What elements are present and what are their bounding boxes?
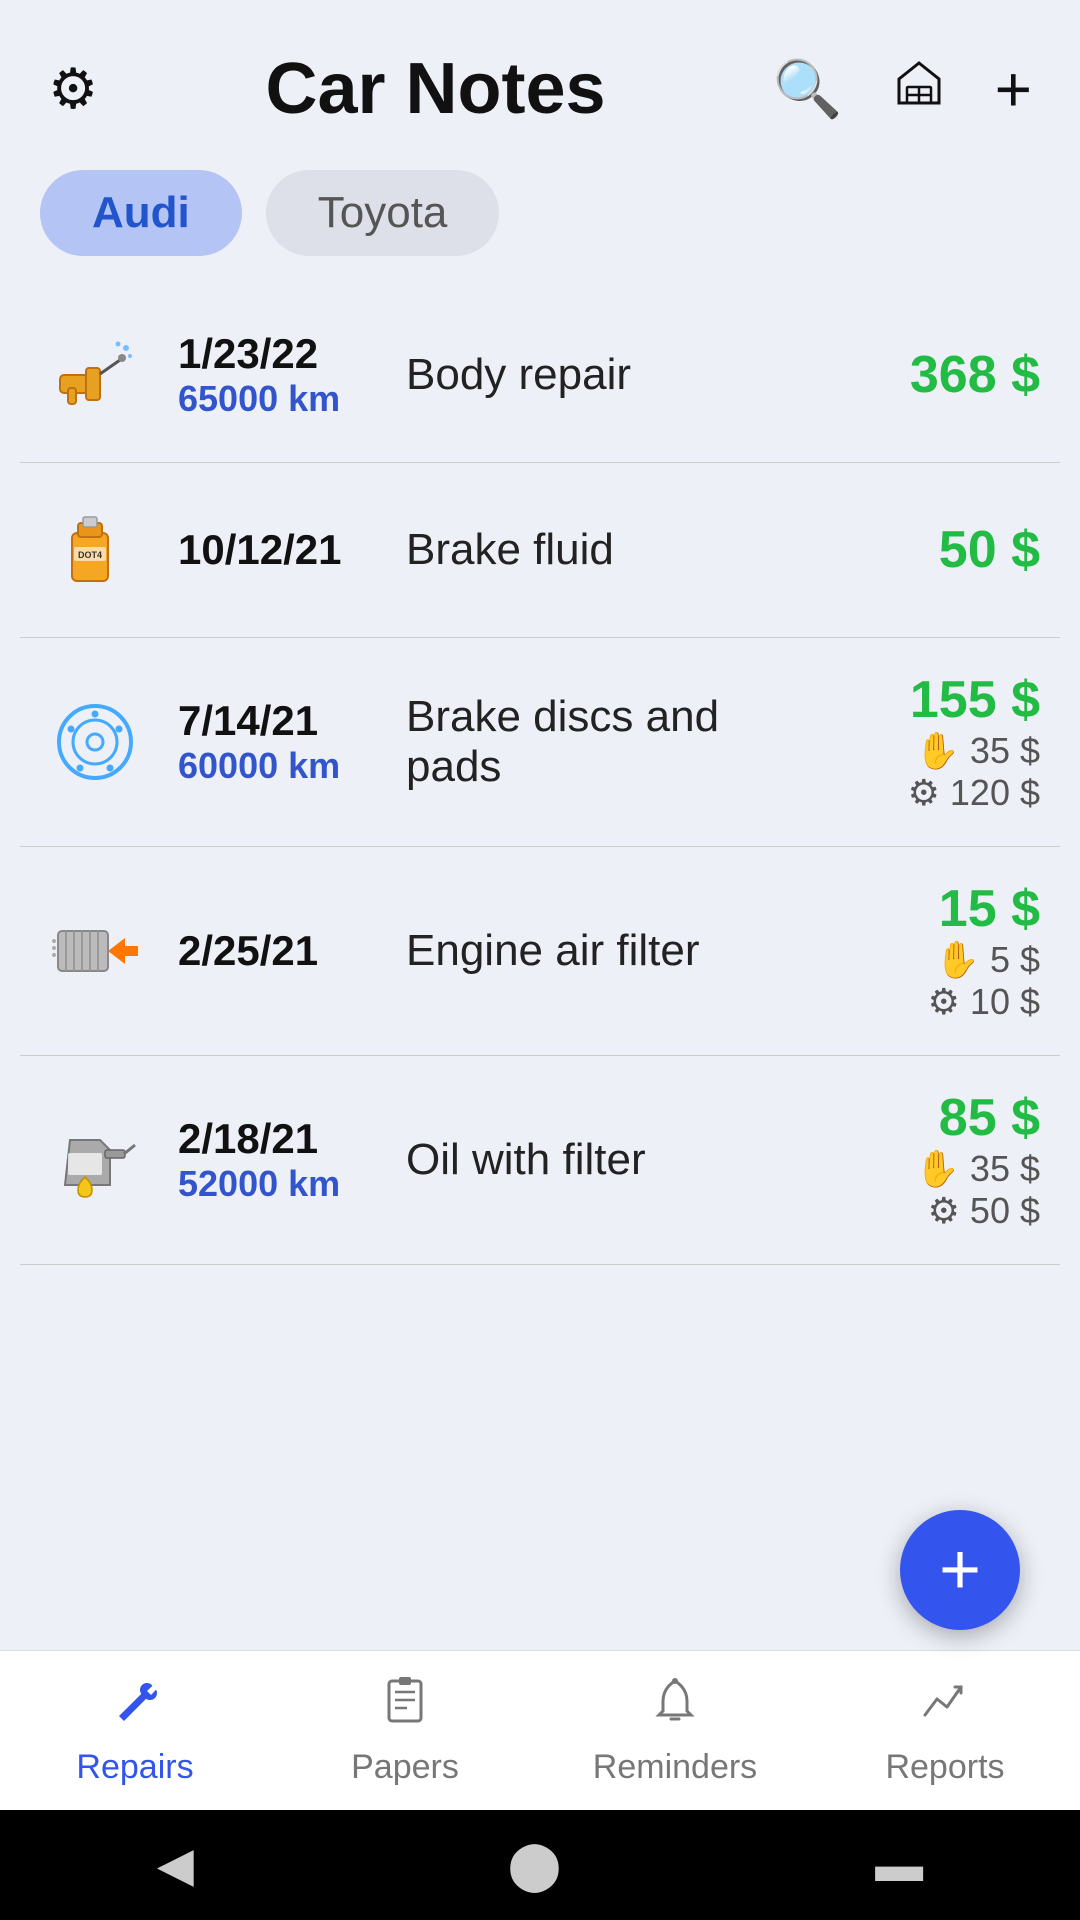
- repair-date-5: 2/18/21: [178, 1115, 378, 1163]
- repair-km-5: 52000 km: [178, 1163, 378, 1205]
- repair-date-3: 7/14/21: [178, 697, 378, 745]
- repair-sub-labor-5: ✋ 35 $: [915, 1148, 1040, 1190]
- settings-icon[interactable]: ⚙: [48, 56, 98, 122]
- fluid-icon: DOT4: [40, 495, 150, 605]
- android-recent-button[interactable]: ▬: [875, 1838, 923, 1893]
- repair-item-1[interactable]: 1/23/22 65000 km Body repair 368 $: [20, 288, 1060, 463]
- air-filter-icon: [40, 896, 150, 1006]
- spray-icon: [40, 320, 150, 430]
- android-home-button[interactable]: ⬤: [508, 1837, 562, 1893]
- repair-date-area-2: 10/12/21: [178, 526, 378, 574]
- repair-price-1: 368 $: [840, 345, 1040, 405]
- header: ⚙ Car Notes 🔍 +: [0, 0, 1080, 154]
- repair-sub-labor-4: ✋ 5 $: [935, 939, 1040, 981]
- android-back-button[interactable]: ◀: [157, 1837, 194, 1893]
- add-header-icon[interactable]: +: [995, 52, 1032, 126]
- reminders-icon: [649, 1675, 701, 1740]
- nav-item-reports[interactable]: Reports: [810, 1675, 1080, 1787]
- add-repair-icon: +: [939, 1529, 981, 1611]
- repair-item-5[interactable]: 2/18/21 52000 km Oil with filter 85 $ ✋ …: [20, 1056, 1060, 1265]
- repairs-icon: [109, 1675, 161, 1740]
- garage-icon[interactable]: [891, 55, 947, 124]
- repair-date-area-1: 1/23/22 65000 km: [178, 330, 378, 420]
- oil-icon: [40, 1105, 150, 1215]
- repair-price-4: 15 $ ✋ 5 $ ⚙ 10 $: [840, 879, 1040, 1023]
- tab-toyota[interactable]: Toyota: [266, 170, 500, 256]
- repair-km-1: 65000 km: [178, 378, 378, 420]
- repair-km-3: 60000 km: [178, 745, 378, 787]
- repair-sub-parts-4: ⚙ 10 $: [928, 981, 1040, 1023]
- papers-icon: [379, 1675, 431, 1740]
- repair-date-area-3: 7/14/21 60000 km: [178, 697, 378, 787]
- repair-item-2[interactable]: DOT4 10/12/21 Brake fluid 50 $: [20, 463, 1060, 638]
- repair-desc-3: Brake discs and pads: [406, 692, 812, 792]
- repair-date-1: 1/23/22: [178, 330, 378, 378]
- repair-desc-4: Engine air filter: [406, 926, 812, 976]
- repair-date-area-4: 2/25/21: [178, 927, 378, 975]
- add-repair-button[interactable]: +: [900, 1510, 1020, 1630]
- svg-text:DOT4: DOT4: [78, 550, 102, 560]
- nav-label-reminders: Reminders: [593, 1748, 757, 1787]
- repair-price-3: 155 $ ✋ 35 $ ⚙ 120 $: [840, 670, 1040, 814]
- repair-sub-labor-3: ✋ 35 $: [915, 730, 1040, 772]
- header-actions: 🔍 +: [765, 52, 1040, 126]
- repair-total-5: 85 $: [939, 1088, 1040, 1148]
- reports-icon: [919, 1675, 971, 1740]
- repair-date-4: 2/25/21: [178, 927, 378, 975]
- tab-audi[interactable]: Audi: [40, 170, 242, 256]
- repair-desc-2: Brake fluid: [406, 525, 812, 575]
- repair-date-2: 10/12/21: [178, 526, 378, 574]
- search-icon[interactable]: 🔍: [773, 56, 843, 122]
- nav-label-papers: Papers: [351, 1748, 459, 1787]
- repair-price-5: 85 $ ✋ 35 $ ⚙ 50 $: [840, 1088, 1040, 1232]
- repair-sub-parts-5: ⚙ 50 $: [928, 1190, 1040, 1232]
- repair-sub-parts-3: ⚙ 120 $: [908, 772, 1040, 814]
- repair-price-2: 50 $: [840, 520, 1040, 580]
- android-nav-bar: ◀ ⬤ ▬: [0, 1810, 1080, 1920]
- repair-item-3[interactable]: 7/14/21 60000 km Brake discs and pads 15…: [20, 638, 1060, 847]
- repair-desc-5: Oil with filter: [406, 1135, 812, 1185]
- nav-label-repairs: Repairs: [76, 1748, 193, 1787]
- bottom-nav: Repairs Papers Reminders: [0, 1650, 1080, 1810]
- nav-item-repairs[interactable]: Repairs: [0, 1675, 270, 1787]
- repair-total-1: 368 $: [910, 345, 1040, 405]
- repair-item-4[interactable]: 2/25/21 Engine air filter 15 $ ✋ 5 $ ⚙ 1…: [20, 847, 1060, 1056]
- repair-desc-1: Body repair: [406, 350, 812, 400]
- repair-total-2: 50 $: [939, 520, 1040, 580]
- repair-total-3: 155 $: [910, 670, 1040, 730]
- nav-item-papers[interactable]: Papers: [270, 1675, 540, 1787]
- brake-disc-icon: [40, 687, 150, 797]
- app-title: Car Notes: [106, 48, 765, 130]
- repair-date-area-5: 2/18/21 52000 km: [178, 1115, 378, 1205]
- repair-total-4: 15 $: [939, 879, 1040, 939]
- car-tabs: Audi Toyota: [0, 154, 1080, 288]
- nav-item-reminders[interactable]: Reminders: [540, 1675, 810, 1787]
- nav-label-reports: Reports: [885, 1748, 1004, 1787]
